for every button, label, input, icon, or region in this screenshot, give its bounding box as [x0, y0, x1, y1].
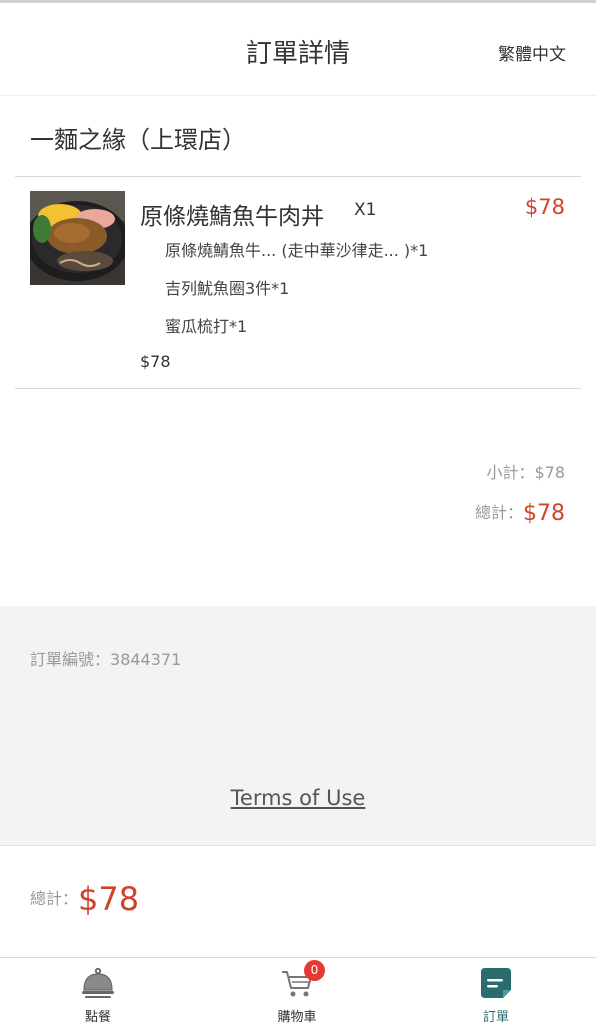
language-switch[interactable]: 繁體中文 — [498, 40, 566, 65]
shop-name: 一麵之緣（上環店） — [30, 126, 246, 154]
tab-order-food[interactable]: 點餐 — [38, 958, 158, 1025]
total-value: $78 — [523, 501, 565, 526]
subtotal-label: 小計： — [486, 463, 535, 482]
item-name: 原條燒鯖魚牛肉丼 — [140, 204, 324, 230]
item-option: 原條燒鯖魚牛... (走中華沙律走... )*1 — [165, 241, 429, 260]
order-number: 訂單編號：3844371 — [30, 646, 181, 670]
item-price: $78 — [524, 195, 565, 219]
tab-cart[interactable]: 0 購物車 — [237, 958, 357, 1025]
tab-orders[interactable]: 訂單 — [436, 958, 556, 1025]
subtotal-value: $78 — [534, 463, 565, 482]
item-subtotal: $78 — [140, 352, 171, 371]
terms-of-use-link[interactable]: Terms of Use — [0, 786, 596, 810]
order-info-section: 訂單編號：3844371 Terms of Use — [0, 606, 596, 846]
subtotal-line: 小計：$78 — [486, 459, 565, 483]
divider — [15, 176, 581, 177]
total-label: 總計： — [474, 503, 523, 522]
tab-label: 點餐 — [84, 1010, 111, 1025]
order-number-value: 3844371 — [110, 650, 182, 669]
item-photo — [30, 191, 125, 285]
tab-bar: 點餐 0 購物車 訂單 — [0, 957, 596, 1025]
footer-total-label: 總計： — [30, 889, 79, 908]
item-quantity: X1 — [354, 200, 377, 220]
total-line: 總計：$78 — [475, 499, 565, 526]
order-number-label: 訂單編號： — [30, 650, 111, 669]
item-option: 蜜瓜梳打*1 — [165, 317, 248, 336]
order-list-icon — [479, 966, 513, 1000]
footer-total: 總計：$78 — [30, 880, 139, 918]
header-bar: 訂單詳情 繁體中文 — [0, 3, 596, 96]
footer-total-value: $78 — [78, 880, 140, 918]
tab-label: 購物車 — [277, 1010, 317, 1025]
cloche-icon — [81, 966, 115, 1000]
tab-label: 訂單 — [482, 1010, 509, 1025]
item-option: 吉列魷魚圈3件*1 — [165, 279, 290, 298]
cart-count-badge: 0 — [304, 960, 325, 981]
divider — [15, 388, 581, 389]
